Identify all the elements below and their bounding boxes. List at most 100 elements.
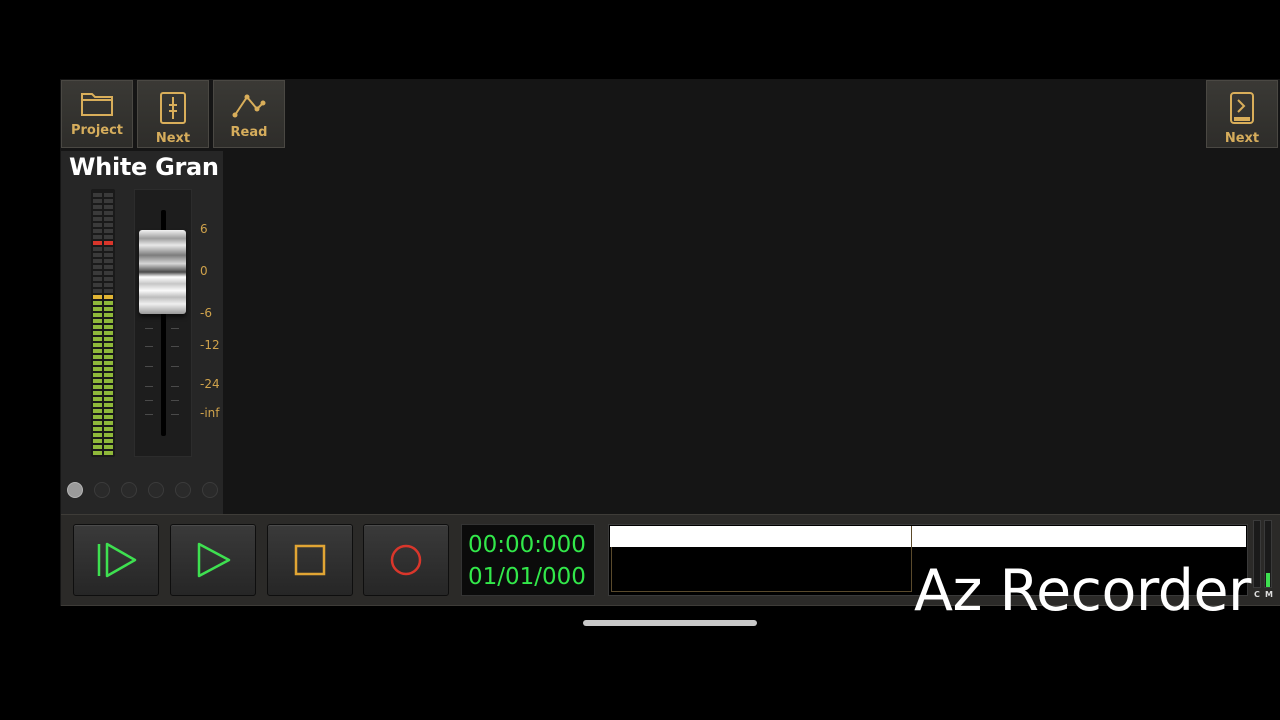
meter-segment <box>104 373 113 377</box>
meter-segment <box>104 397 113 401</box>
meter-segment <box>93 265 102 269</box>
meter-segment <box>93 241 102 245</box>
track-channel-strip: White Gran 6 0 -6 -12 -24 -inf <box>61 151 223 514</box>
send-dot[interactable] <box>202 482 218 498</box>
read-label: Read <box>230 125 268 140</box>
meter-segment <box>93 259 102 263</box>
right-next-label: Next <box>1224 131 1260 146</box>
project-button[interactable]: Project <box>61 80 133 148</box>
meter-segment <box>104 379 113 383</box>
meter-segment <box>93 397 102 401</box>
meter-segment <box>93 253 102 257</box>
meter-segment <box>93 229 102 233</box>
meter-segment <box>104 223 113 227</box>
meter-segment <box>104 433 113 437</box>
meter-segment <box>93 391 102 395</box>
meter-segment <box>93 409 102 413</box>
meter-segment <box>104 451 113 455</box>
meter-segment <box>104 235 113 239</box>
track-edit-icon <box>160 92 186 124</box>
meter-segment <box>104 283 113 287</box>
meter-segment <box>93 325 102 329</box>
next-track-button[interactable]: Next <box>137 80 209 148</box>
meter-segment <box>93 349 102 353</box>
meter-segment <box>104 349 113 353</box>
fader-handle[interactable] <box>139 230 186 314</box>
next-panel-button[interactable]: Next <box>1206 80 1278 148</box>
meter-segment <box>104 247 113 251</box>
playhead[interactable] <box>911 526 912 592</box>
watermark-text: Az Recorder <box>914 558 1251 624</box>
meter-segment <box>93 421 102 425</box>
stop-button[interactable] <box>267 524 353 596</box>
meter-segment <box>93 277 102 281</box>
play-from-start-button[interactable] <box>73 524 159 596</box>
meter-segment <box>104 253 113 257</box>
meter-segment <box>104 217 113 221</box>
meter-segment <box>104 385 113 389</box>
meter-segment <box>104 409 113 413</box>
scale-minus-24: -24 <box>200 377 220 391</box>
meter-segment <box>93 199 102 203</box>
meter-segment <box>104 325 113 329</box>
meter-segment <box>104 193 113 197</box>
meter-segment <box>93 235 102 239</box>
meter-segment <box>104 241 113 245</box>
meter-segment <box>104 361 113 365</box>
meter-segment <box>104 271 113 275</box>
meter-segment <box>104 403 113 407</box>
time-counter[interactable]: 00:00:000 01/01/000 <box>461 524 595 596</box>
play-icon <box>197 542 231 578</box>
meter-segment <box>93 379 102 383</box>
level-meter <box>91 189 115 457</box>
meter-segment <box>93 193 102 197</box>
meter-label-m: M <box>1265 590 1273 599</box>
scale-0: 0 <box>200 264 208 278</box>
send-dot[interactable] <box>148 482 164 498</box>
meter-segment <box>93 247 102 251</box>
send-dot-active[interactable] <box>67 482 83 498</box>
meter-segment <box>104 313 113 317</box>
home-indicator[interactable] <box>583 620 757 626</box>
meter-segment <box>104 331 113 335</box>
send-dot[interactable] <box>175 482 191 498</box>
meter-segment <box>93 313 102 317</box>
meter-segment <box>104 289 113 293</box>
meter-segment <box>104 229 113 233</box>
read-automation-button[interactable]: Read <box>213 80 285 148</box>
panel-arrow-icon <box>1230 92 1254 124</box>
record-icon <box>390 544 422 576</box>
project-label: Project <box>70 123 124 138</box>
meter-segment <box>93 373 102 377</box>
meter-segment <box>93 283 102 287</box>
meter-segment <box>93 427 102 431</box>
meter-segment <box>93 343 102 347</box>
meter-segment <box>104 427 113 431</box>
meter-segment <box>93 301 102 305</box>
record-button[interactable] <box>363 524 449 596</box>
meter-segment <box>93 403 102 407</box>
send-dot[interactable] <box>94 482 110 498</box>
play-button[interactable] <box>170 524 256 596</box>
meter-segment <box>104 367 113 371</box>
meter-segment <box>93 367 102 371</box>
timeline-ruler[interactable] <box>610 526 1246 547</box>
meter-segment <box>93 307 102 311</box>
meter-segment <box>93 415 102 419</box>
meter-segment <box>93 271 102 275</box>
track-name[interactable]: White Gran <box>69 153 219 181</box>
volume-fader[interactable] <box>134 189 192 457</box>
meter-segment <box>104 355 113 359</box>
meter-segment <box>104 259 113 263</box>
meter-segment <box>104 307 113 311</box>
meter-segment <box>104 205 113 209</box>
meter-segment <box>93 355 102 359</box>
meter-segment <box>104 391 113 395</box>
meter-segment <box>104 301 113 305</box>
send-dot[interactable] <box>121 482 137 498</box>
meter-segment <box>104 445 113 449</box>
meter-segment <box>93 331 102 335</box>
meter-segment <box>104 439 113 443</box>
meter-segment <box>93 337 102 341</box>
meter-segment <box>93 211 102 215</box>
